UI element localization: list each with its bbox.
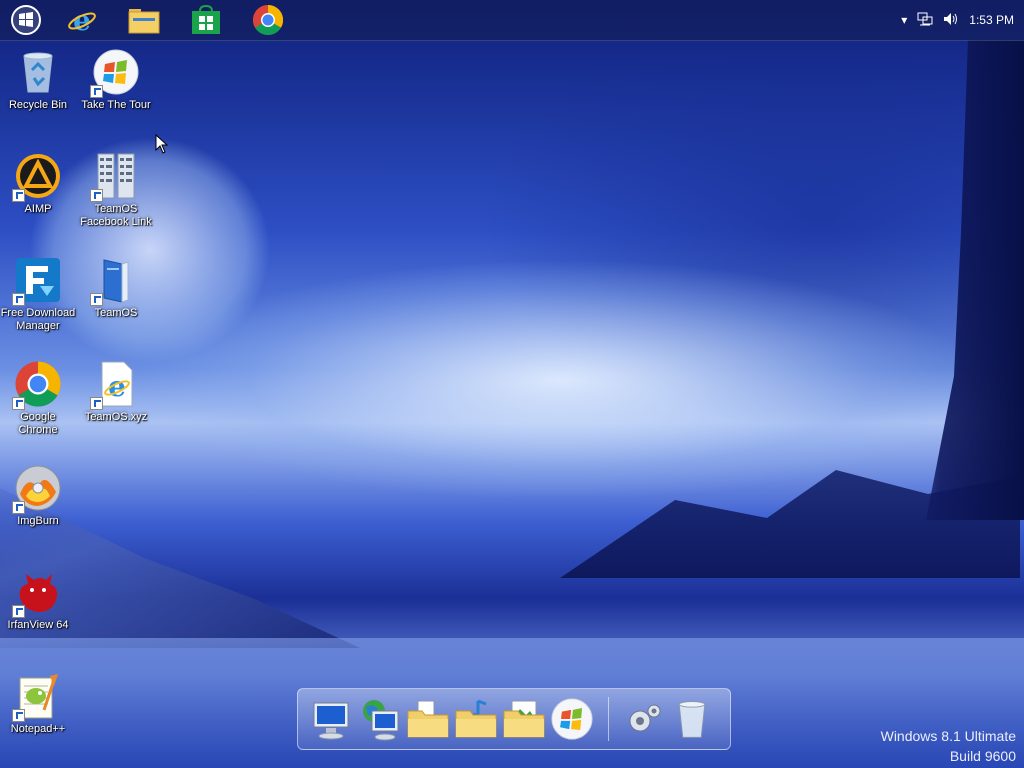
clock[interactable]: 1:53 PM [969, 13, 1014, 27]
ie-icon: e [68, 4, 96, 36]
desktop-icon-label: IrfanView 64 [7, 619, 69, 631]
watermark-edition: Windows 8.1 Ultimate [880, 728, 1016, 744]
desktop-icon-label: ImgBurn [17, 515, 59, 527]
windows-orb-icon [551, 698, 593, 740]
desktop-icon-label: Recycle Bin [8, 99, 68, 111]
dock-separator [608, 697, 609, 741]
dock-music-folder[interactable] [454, 697, 498, 741]
taskbar-internet-explorer[interactable]: e [64, 2, 100, 38]
shortcut-arrow-icon [12, 397, 25, 410]
desktop-icon-label: Notepad++ [10, 723, 66, 735]
dock-network[interactable] [358, 697, 402, 741]
chrome-icon [12, 360, 62, 410]
taskbar-store[interactable] [188, 2, 224, 38]
shortcut-arrow-icon [90, 293, 103, 306]
desktop-icon-label: TeamOS [94, 307, 138, 319]
system-tray: ▾ 1:53 PM [901, 0, 1024, 40]
svg-text:e: e [73, 4, 91, 36]
desktop-icon-irfanview[interactable]: IrfanView 64 [0, 568, 76, 632]
desktop-icon-free-download-manager[interactable]: Free Download Manager [0, 256, 76, 333]
desktop-icon-teamos-xyz[interactable]: e TeamOS.xyz [78, 360, 154, 424]
windows-orb-icon [90, 48, 140, 98]
disc-flame-icon [12, 464, 62, 514]
watermark-build: Build 9600 [949, 748, 1016, 764]
desktop-icon-label: TeamOS Facebook Link [80, 203, 152, 228]
notepad-chameleon-icon [12, 672, 62, 722]
dock [297, 688, 731, 750]
recycle-bin-icon [678, 701, 706, 738]
music-folder-icon [455, 699, 497, 738]
documents-folder-icon [407, 700, 449, 738]
taskbar-google-chrome[interactable] [250, 2, 286, 38]
aimp-icon [12, 152, 62, 202]
computer-icon [313, 702, 349, 740]
dock-settings[interactable] [622, 697, 666, 741]
book-folder-icon [90, 256, 140, 306]
shortcut-arrow-icon [12, 501, 25, 514]
desktop-icon-google-chrome[interactable]: Google Chrome [0, 360, 76, 437]
dock-start[interactable] [550, 697, 594, 741]
shortcut-arrow-icon [90, 397, 103, 410]
shortcut-arrow-icon [12, 189, 25, 202]
volume-icon[interactable] [943, 12, 959, 29]
pictures-folder-icon [503, 700, 545, 738]
desktop-icon-take-the-tour[interactable]: Take The Tour [78, 48, 154, 112]
dock-computer[interactable] [310, 697, 354, 741]
desktop-icon-recycle-bin[interactable]: Recycle Bin [0, 48, 76, 112]
mouse-cursor-icon [155, 134, 169, 154]
folder-icon [128, 9, 160, 34]
shortcut-arrow-icon [90, 189, 103, 202]
document-list-icon [90, 152, 140, 202]
dock-recycle-bin[interactable] [670, 697, 714, 741]
settings-gear-icon [629, 704, 661, 732]
taskbar-file-explorer[interactable] [126, 2, 162, 38]
taskbar: e ▾ 1:53 PM [0, 0, 1024, 41]
desktop-icon-label: Free Download Manager [0, 307, 76, 332]
windows-watermark: Windows 8.1 Ultimate Build 9600 [881, 726, 1016, 766]
desktop-icon-teamos[interactable]: TeamOS [78, 256, 154, 320]
desktop-icon-aimp[interactable]: AIMP [0, 152, 76, 216]
desktop-icon-label: Google Chrome [18, 411, 58, 436]
wallpaper-tree [926, 40, 1024, 520]
dock-documents-folder[interactable] [406, 697, 450, 741]
desktop-icon-label: AIMP [24, 203, 52, 215]
start-button[interactable] [8, 2, 44, 38]
ie-document-icon: e [90, 360, 140, 410]
windows-logo-icon [11, 5, 41, 35]
network-icon [363, 700, 399, 741]
shortcut-arrow-icon [12, 605, 25, 618]
store-icon [192, 5, 220, 34]
shortcut-arrow-icon [12, 709, 25, 722]
desktop-icon-imgburn[interactable]: ImgBurn [0, 464, 76, 528]
recycle-bin-icon [14, 48, 62, 96]
desktop-icon-label: Take The Tour [81, 99, 151, 111]
dock-pictures-folder[interactable] [502, 697, 546, 741]
network-icon[interactable] [917, 12, 933, 29]
fdm-icon [12, 256, 62, 306]
desktop-icon-label: TeamOS.xyz [84, 411, 148, 423]
desktop-icon-teamos-facebook-link[interactable]: TeamOS Facebook Link [78, 152, 154, 229]
desktop-icon-notepad-plus-plus[interactable]: Notepad++ [0, 672, 76, 736]
shortcut-arrow-icon [12, 293, 25, 306]
red-cat-icon [12, 568, 62, 618]
chrome-icon [252, 4, 284, 36]
shortcut-arrow-icon [90, 85, 103, 98]
show-hidden-icons-icon[interactable]: ▾ [901, 13, 907, 27]
